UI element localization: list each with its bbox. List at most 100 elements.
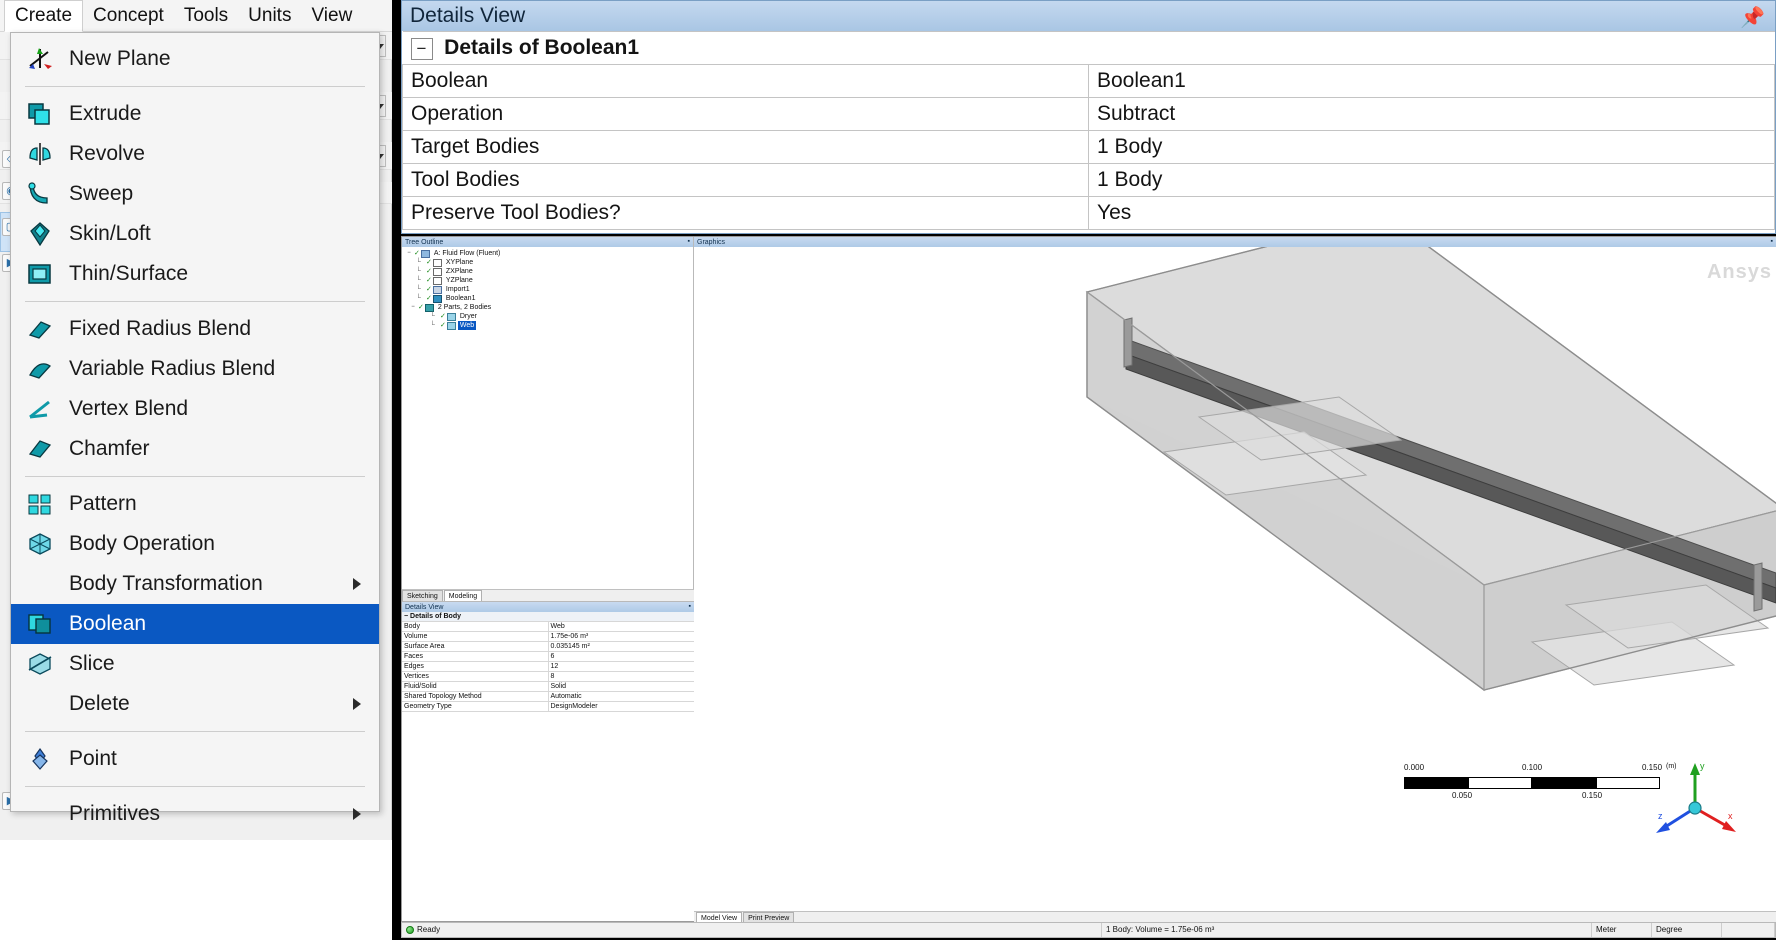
menu-item-new-plane[interactable]: New Plane	[11, 39, 379, 79]
tab-sketching[interactable]: Sketching	[402, 590, 443, 601]
menu-create[interactable]: Create	[4, 0, 84, 32]
body-property-value: Automatic	[548, 691, 694, 702]
menu-item-chamfer[interactable]: Chamfer	[11, 429, 379, 469]
svg-text:y: y	[1700, 761, 1705, 771]
menu-units[interactable]: Units	[238, 0, 301, 32]
menu-tools[interactable]: Tools	[174, 0, 238, 32]
ansys-watermark: Ansys	[1706, 261, 1772, 283]
menu-item-extrude[interactable]: Extrude	[11, 94, 379, 134]
plane-icon	[432, 267, 442, 276]
menu-item-skin-loft[interactable]: Skin/Loft	[11, 214, 379, 254]
fixed-radius-blend-icon	[23, 314, 57, 344]
status-check-icon: ✓	[440, 322, 446, 329]
scale-seg-2	[1468, 777, 1532, 789]
table-row: Target Bodies 1 Body	[402, 130, 1775, 164]
menu-item-thin-surface[interactable]: Thin/Surface	[11, 254, 379, 294]
menu-item-label: Primitives	[69, 802, 161, 825]
body-property-value: 0.035145 m²	[548, 641, 694, 652]
collapse-icon[interactable]: −	[404, 613, 408, 620]
body-property-value: 8	[548, 671, 694, 682]
menu-item-pattern[interactable]: Pattern	[11, 484, 379, 524]
sweep-icon	[23, 179, 57, 209]
menu-item-label: Sweep	[69, 182, 134, 205]
graphics-viewport[interactable]: Ansys 0.000 0.100 0.150 (m) 0.050 0.150 …	[694, 247, 1776, 911]
details-property-value[interactable]: 1 Body	[1088, 163, 1775, 197]
revolve-icon	[23, 139, 57, 169]
expander-icon[interactable]: −	[408, 303, 418, 312]
create-dropdown-menu[interactable]: New Plane Extrude Revolve Sweep Skin/Lof…	[10, 32, 380, 825]
body-property-name: Edges	[402, 661, 549, 672]
body-property-name: Vertices	[402, 671, 549, 682]
tree-node-project[interactable]: − ✓ A: Fluid Flow (Fluent)	[404, 249, 693, 258]
details-property-value[interactable]: Yes	[1088, 196, 1775, 230]
table-row: Faces 6	[402, 651, 694, 662]
tree-branch-icon: └	[416, 268, 421, 275]
collapse-icon[interactable]: −	[410, 37, 433, 60]
tree-node-web[interactable]: └ ✓ Web	[404, 321, 693, 330]
cad-model-3d[interactable]	[694, 247, 1776, 911]
menu-item-slice[interactable]: Slice	[11, 644, 379, 684]
graphics-titlebar: Graphics ▪	[694, 237, 1776, 247]
body-property-value: 6	[548, 651, 694, 662]
body-operation-icon	[23, 529, 57, 559]
tree-node-dryer[interactable]: └ ✓ Dryer	[404, 312, 693, 321]
details-property-value[interactable]: 1 Body	[1088, 130, 1775, 164]
tree-branch-icon: └	[416, 286, 421, 293]
details-property-name: Tool Bodies	[402, 163, 1089, 197]
menu-view[interactable]: View	[301, 0, 362, 32]
none-icon	[23, 569, 57, 599]
status-check-icon: ✓	[426, 277, 432, 284]
table-row: Surface Area 0.035145 m²	[402, 641, 694, 652]
menu-item-fixed-radius-blend[interactable]: Fixed Radius Blend	[11, 309, 379, 349]
status-selection-info: 1 Body: Volume = 1.75e-06 m³	[1102, 923, 1592, 937]
menu-item-boolean[interactable]: Boolean	[11, 604, 379, 644]
menu-item-label: Pattern	[69, 492, 137, 515]
tree-node-import1[interactable]: └ ✓ Import1	[404, 285, 693, 294]
menu-item-delete[interactable]: Delete	[11, 684, 379, 724]
tree-node-label: XYPlane	[445, 259, 474, 266]
menu-separator-2	[25, 301, 365, 302]
scale-label-mid-low: 0.050	[1452, 791, 1473, 800]
details-section-title: Details of Boolean1	[444, 36, 640, 59]
menu-item-body-operation[interactable]: Body Operation	[11, 524, 379, 564]
details-section-header-cell: − Details of Boolean1	[402, 31, 1775, 65]
menu-item-label: Extrude	[69, 102, 142, 125]
table-row: Fluid/Solid Solid	[402, 681, 694, 692]
tree-node-label: Dryer	[459, 313, 477, 320]
tree-node-boolean1[interactable]: └ ✓ Boolean1	[404, 294, 693, 303]
menu-item-body-transformation[interactable]: Body Transformation	[11, 564, 379, 604]
tree-node-parts-bodies[interactable]: − ✓ 2 Parts, 2 Bodies	[404, 303, 693, 312]
body-property-value: Solid	[548, 681, 694, 692]
body-property-value: DesignModeler	[548, 701, 694, 712]
scale-bar: 0.000 0.100 0.150 (m) 0.050 0.150	[1404, 763, 1677, 803]
chamfer-icon	[23, 434, 57, 464]
details-property-value[interactable]: Boolean1	[1088, 64, 1775, 98]
menu-concept[interactable]: Concept	[83, 0, 174, 32]
pin-icon[interactable]: 📌	[1740, 5, 1765, 30]
menu-item-label: Vertex Blend	[69, 397, 189, 420]
pin-icon[interactable]: ▪	[1771, 237, 1773, 246]
pin-icon[interactable]: ▪	[688, 237, 690, 246]
tree-node-label: 2 Parts, 2 Bodies	[437, 304, 492, 311]
axis-triad[interactable]: y x z	[1650, 753, 1740, 843]
tree-node-zxplane[interactable]: └ ✓ ZXPlane	[404, 267, 693, 276]
body-details-panel: Details View ▪ − Details of Body Body We…	[402, 601, 694, 712]
tree-node-xyplane[interactable]: └ ✓ XYPlane	[404, 258, 693, 267]
details-property-value[interactable]: Subtract	[1088, 97, 1775, 131]
menu-item-sweep[interactable]: Sweep	[11, 174, 379, 214]
designmodeler-window: Details View 📌 − Details of Boolean1 Boo…	[392, 0, 1776, 940]
menu-item-vertex-blend[interactable]: Vertex Blend	[11, 389, 379, 429]
status-check-icon: ✓	[418, 304, 424, 311]
status-check-icon: ✓	[440, 313, 446, 320]
menu-item-point[interactable]: Point	[11, 739, 379, 779]
pin-icon[interactable]: ▪	[689, 602, 691, 611]
menu-item-primitives[interactable]: Primitives	[11, 794, 379, 834]
tree-outline-body: − ✓ A: Fluid Flow (Fluent) └ ✓ XYPlane └…	[402, 247, 693, 330]
tree-node-yzplane[interactable]: └ ✓ YZPlane	[404, 276, 693, 285]
menu-item-variable-radius-blend[interactable]: Variable Radius Blend	[11, 349, 379, 389]
body-property-value: 12	[548, 661, 694, 672]
expander-icon[interactable]: −	[404, 249, 414, 258]
menu-separator-4	[25, 731, 365, 732]
tab-modeling[interactable]: Modeling	[443, 590, 483, 601]
menu-item-revolve[interactable]: Revolve	[11, 134, 379, 174]
